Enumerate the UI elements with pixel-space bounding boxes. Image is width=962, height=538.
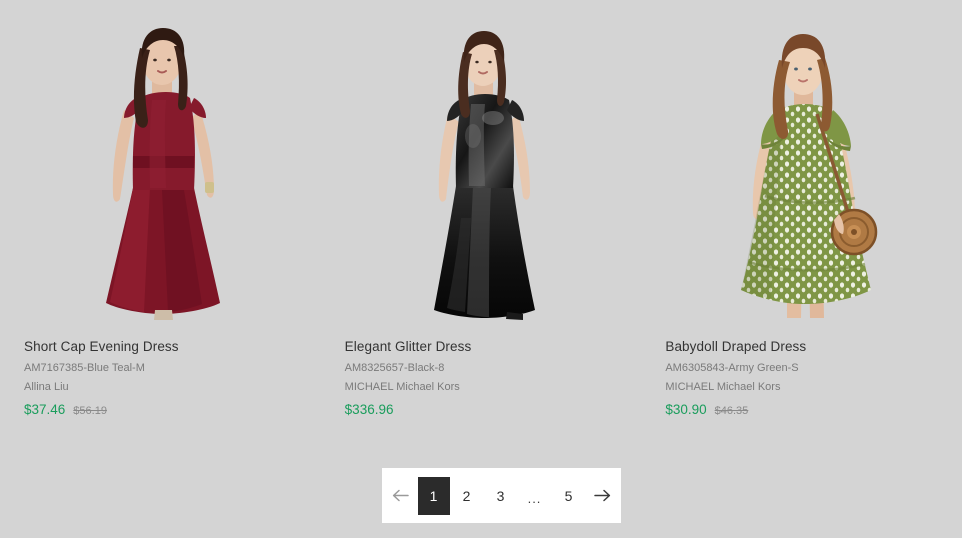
pagination-ellipsis: ... — [527, 490, 542, 506]
page-button-3[interactable]: 3 — [484, 477, 518, 515]
page-button-5[interactable]: 5 — [552, 477, 586, 515]
page-button-1[interactable]: 1 — [417, 476, 450, 515]
product-image-black-sequin-gown[interactable] — [320, 18, 642, 326]
product-sale-price: $336.96 — [344, 402, 394, 417]
product-image-burgundy-gown[interactable] — [0, 18, 321, 326]
previous-page-button[interactable] — [384, 477, 418, 515]
product-brand: MICHAEL Michael Kors — [665, 381, 781, 393]
product-title[interactable]: Short Cap Evening Dress — [24, 338, 314, 355]
product-card[interactable]: Babydoll Draped Dress AM6305843-Army Gre… — [641, 0, 962, 440]
product-sku: AM7167385-Blue Teal-M — [24, 362, 145, 374]
product-title[interactable]: Babydoll Draped Dress — [665, 338, 955, 355]
page-button-2[interactable]: 2 — [450, 477, 484, 515]
product-info: Short Cap Evening Dress AM7167385-Blue T… — [24, 338, 314, 419]
product-brand: MICHAEL Michael Kors — [344, 381, 460, 393]
product-sku: AM8325657-Black-8 — [344, 362, 445, 374]
product-grid: Short Cap Evening Dress AM7167385-Blue T… — [0, 0, 962, 440]
pagination: 1 2 3 ... 5 — [382, 468, 621, 523]
product-price-group: $30.90 $46.35 — [665, 402, 955, 419]
product-sale-price: $37.46 — [24, 402, 66, 417]
product-price-group: $37.46 $56.19 — [24, 402, 314, 419]
product-info: Babydoll Draped Dress AM6305843-Army Gre… — [665, 338, 955, 419]
product-price-group: $336.96 — [345, 402, 635, 418]
product-card[interactable]: Short Cap Evening Dress AM7167385-Blue T… — [0, 0, 321, 440]
product-sku: AM6305843-Army Green-S — [665, 362, 799, 374]
product-info: Elegant Glitter Dress AM8325657-Black-8 … — [345, 338, 635, 418]
product-image-green-babydoll-dress[interactable] — [641, 18, 962, 326]
product-sale-price: $30.90 — [665, 402, 707, 417]
next-page-button[interactable] — [586, 477, 620, 515]
product-brand: Allina Liu — [24, 381, 69, 393]
product-title[interactable]: Elegant Glitter Dress — [345, 338, 635, 355]
product-original-price: $46.35 — [714, 405, 749, 417]
product-card[interactable]: Elegant Glitter Dress AM8325657-Black-8 … — [320, 0, 642, 440]
product-original-price: $56.19 — [73, 405, 107, 417]
